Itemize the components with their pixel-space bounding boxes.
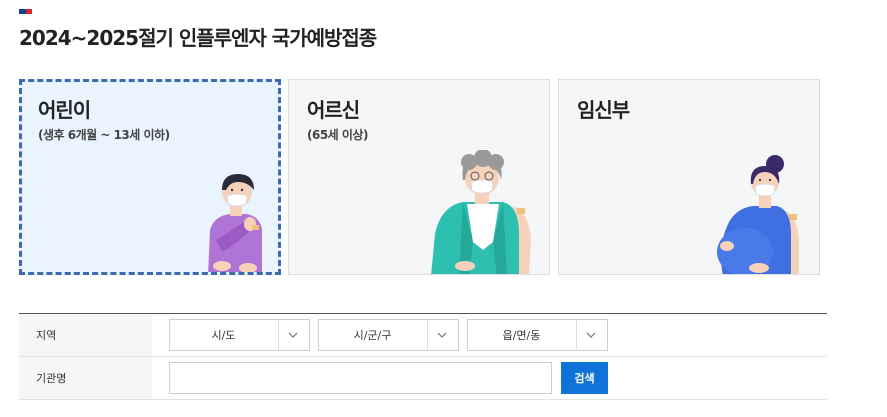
sigungu-select[interactable]: 시/군/구: [318, 319, 459, 351]
org-label: 기관명: [19, 357, 152, 399]
elderly-illustration-icon: [431, 150, 531, 274]
card-title: 어르신: [307, 98, 360, 122]
select-divider: [427, 320, 428, 350]
org-cell: 검색: [152, 357, 827, 399]
sido-select[interactable]: 시/도: [169, 319, 310, 351]
title-marker-icon: [19, 9, 32, 14]
region-row: 지역 시/도 시/군/구 읍/면/동: [19, 314, 827, 357]
card-elderly[interactable]: 어르신 (65세 이상): [288, 79, 550, 275]
select-divider: [278, 320, 279, 350]
sigungu-select-value: 시/군/구: [353, 329, 392, 342]
card-subtitle: (65세 이상): [307, 128, 368, 142]
chevron-down-icon: [437, 332, 447, 338]
card-title: 임신부: [577, 98, 630, 122]
card-child[interactable]: 어린이 (생후 6개월 ~ 13세 이하): [19, 79, 281, 275]
chevron-down-icon: [288, 332, 298, 338]
page-title: 2024~2025절기 인플루엔자 국가예방접종: [19, 26, 377, 50]
card-pregnant[interactable]: 임신부: [558, 79, 820, 275]
eupmyeondong-select[interactable]: 읍/면/동: [467, 319, 608, 351]
search-button[interactable]: 검색: [561, 362, 608, 394]
pregnant-illustration-icon: [717, 155, 799, 274]
card-title: 어린이: [38, 98, 91, 122]
select-divider: [576, 320, 577, 350]
child-illustration-icon: [208, 174, 262, 272]
org-name-input[interactable]: [169, 362, 552, 394]
card-subtitle: (생후 6개월 ~ 13세 이하): [38, 128, 170, 142]
region-label: 지역: [19, 314, 152, 356]
chevron-down-icon: [586, 332, 596, 338]
eupmyeondong-select-value: 읍/면/동: [502, 329, 541, 342]
search-form: 지역 시/도 시/군/구 읍/면/동 기관명 검색: [19, 313, 827, 400]
org-row: 기관명 검색: [19, 357, 827, 400]
region-selects: 시/도 시/군/구 읍/면/동: [152, 314, 827, 356]
sido-select-value: 시/도: [211, 329, 236, 342]
